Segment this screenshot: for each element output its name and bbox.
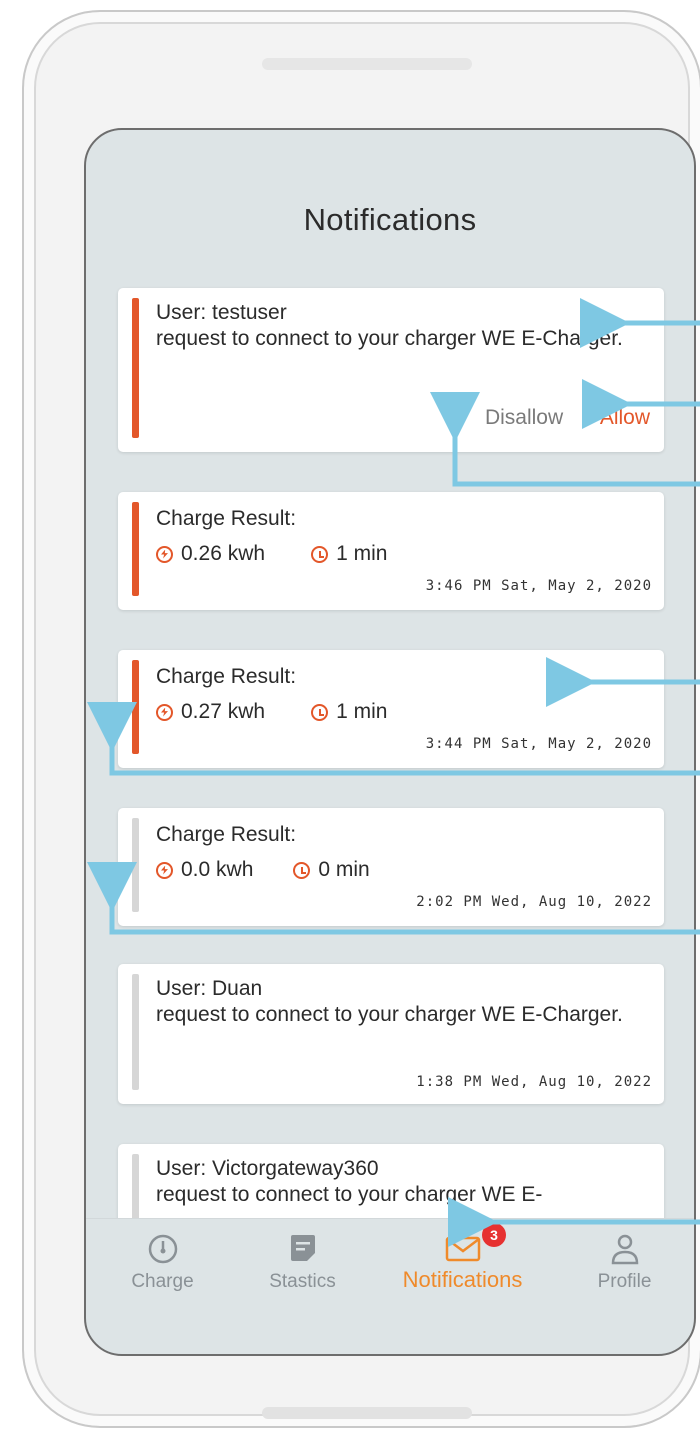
unread-indicator — [132, 502, 139, 596]
nav-label: Profile — [597, 1271, 652, 1292]
notification-card-charge-result[interactable]: Charge Result: 0.0 kwh 0 min 2:02 PM Wed… — [118, 808, 664, 926]
notification-message: request to connect to your charger WE E-… — [156, 327, 623, 350]
notification-timestamp: 3:44 PM Sat, May 2, 2020 — [425, 736, 652, 752]
energy-value: 0.0 kwh — [181, 858, 254, 881]
nav-label: Notifications — [402, 1267, 523, 1292]
unread-indicator — [132, 298, 139, 438]
notification-user: User: testuser — [156, 301, 287, 324]
clock-icon — [311, 545, 329, 563]
notification-timestamp: 3:46 PM Sat, May 2, 2020 — [425, 578, 652, 594]
clock-icon — [311, 703, 329, 721]
charge-result-title: Charge Result: — [156, 665, 297, 688]
phone-frame: Notifications User: testuser request to … — [22, 10, 700, 1428]
notification-card-request[interactable]: User: Duan request to connect to your ch… — [118, 964, 664, 1104]
energy-icon — [156, 703, 173, 721]
phone-speaker — [262, 58, 472, 70]
gauge-icon — [148, 1234, 177, 1264]
page-title: Notifications — [303, 202, 477, 237]
notification-message: request to connect to your charger WE E-… — [156, 1003, 623, 1026]
nav-profile[interactable]: Profile — [548, 1219, 694, 1311]
nav-label: Charge — [131, 1271, 194, 1292]
energy-value: 0.26 kwh — [181, 542, 266, 565]
notification-timestamp: 1:38 PM Wed, Aug 10, 2022 — [416, 1074, 652, 1090]
notification-timestamp: 2:02 PM Wed, Aug 10, 2022 — [416, 894, 652, 910]
bottom-nav: Charge Stastics 3 Notifications Profile — [86, 1218, 694, 1311]
nav-notifications[interactable]: 3 Notifications — [386, 1219, 539, 1311]
mail-icon — [445, 1236, 480, 1262]
read-indicator — [132, 974, 139, 1090]
energy-icon — [156, 545, 173, 563]
read-indicator — [132, 818, 139, 912]
notification-message: request to connect to your charger WE E- — [156, 1183, 543, 1206]
request-actions: Disallow Allow — [485, 406, 650, 430]
stats-icon — [290, 1235, 315, 1261]
nav-statistics[interactable]: Stastics — [226, 1219, 379, 1311]
home-indicator — [262, 1407, 472, 1419]
duration-value: 1 min — [336, 700, 388, 723]
energy-icon — [156, 861, 173, 879]
notification-user: User: Victorgateway360 — [156, 1157, 379, 1180]
profile-icon — [611, 1234, 638, 1265]
energy-value: 0.27 kwh — [181, 700, 266, 723]
duration-value: 1 min — [336, 542, 388, 565]
unread-indicator — [132, 660, 139, 754]
nav-label: Stastics — [269, 1271, 336, 1292]
notification-card-request[interactable]: User: testuser request to connect to you… — [118, 288, 664, 452]
nav-charge[interactable]: Charge — [86, 1219, 239, 1311]
notification-card-charge-result[interactable]: Charge Result: 0.27 kwh 1 min 3:44 PM Sa… — [118, 650, 664, 768]
disallow-button[interactable]: Disallow — [485, 406, 563, 429]
app-screen: Notifications User: testuser request to … — [84, 128, 696, 1356]
unread-badge: 3 — [482, 1223, 506, 1247]
notification-user: User: Duan — [156, 977, 263, 1000]
charge-result-title: Charge Result: — [156, 507, 297, 530]
clock-icon — [293, 861, 311, 879]
allow-button[interactable]: Allow — [600, 406, 650, 429]
charge-result-title: Charge Result: — [156, 823, 297, 846]
notification-card-charge-result[interactable]: Charge Result: 0.26 kwh 1 min 3:46 PM Sa… — [118, 492, 664, 610]
duration-value: 0 min — [318, 858, 370, 881]
